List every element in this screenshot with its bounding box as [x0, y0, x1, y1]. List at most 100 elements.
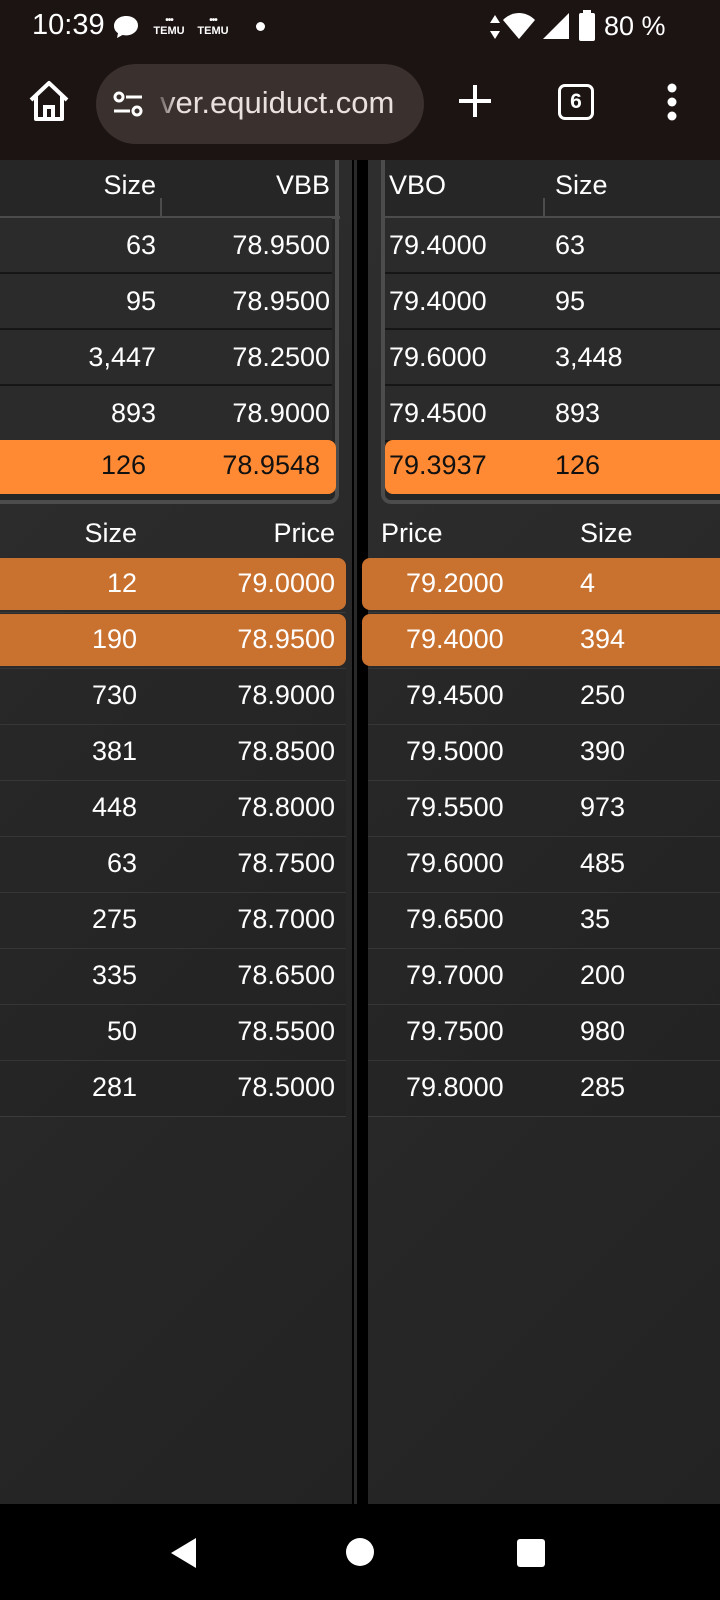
- bbo-offer-row: 79.4000 95: [385, 274, 720, 330]
- temu-notification-icon: ••• TEMU: [197, 15, 229, 37]
- book-ask-row[interactable]: 79.7000 200: [368, 948, 720, 1005]
- bbo-bid-row: 893 78.9000: [0, 386, 332, 442]
- book-ask-price: 79.7500: [406, 1016, 504, 1046]
- panel-divider: [352, 160, 368, 1504]
- book-ask-price: 79.7000: [406, 960, 504, 990]
- book-bid-row[interactable]: 63 78.7500: [0, 836, 346, 893]
- book-ask-size: 485: [580, 848, 626, 878]
- bbo-bid-header: Size VBB: [0, 160, 340, 219]
- bid-panel: Size VBB 63 78.9500 95 78.9500 3,447 78.2500 8…: [0, 160, 352, 1504]
- bbo-bid-price: 78.9500: [232, 286, 330, 316]
- bbo-offer-size: 63: [555, 230, 586, 260]
- bbo-bid-price-header: VBB: [275, 170, 330, 200]
- wifi-icon: [503, 13, 535, 39]
- book-bid-row[interactable]: 50 78.5500: [0, 1004, 346, 1061]
- bbo-bid-price: 78.2500: [232, 342, 330, 372]
- plus-icon[interactable]: [456, 82, 494, 120]
- book-bid-size: 12: [106, 568, 137, 598]
- book-ask-size: 35: [580, 904, 611, 934]
- ask-panel: VBO Size 79.4000 63 79.4000 95 79.6000 3,448 7…: [362, 160, 720, 1504]
- book-ask-price: 79.8000: [406, 1072, 504, 1102]
- book-bid-row[interactable]: 190 78.9500: [0, 612, 346, 669]
- book-bid-size: 730: [91, 680, 137, 710]
- bbo-bid-price: 78.9000: [232, 398, 330, 428]
- book-bid-row[interactable]: 275 78.7000: [0, 892, 346, 949]
- book-ask-header: Price Size: [368, 504, 720, 560]
- book-ask-price: 79.6000: [406, 848, 504, 878]
- book-bid-header: Size Price: [0, 504, 352, 560]
- bbo-offer-price: 79.4000: [389, 230, 487, 260]
- book-bid-size: 448: [91, 792, 137, 822]
- signal-icon: [543, 13, 569, 39]
- bbo-bid-size: 95: [125, 286, 156, 316]
- book-bid-price: 78.9000: [237, 680, 335, 710]
- book-bid-size: 275: [91, 904, 137, 934]
- book-bid-price-header: Price: [273, 518, 335, 548]
- home-icon[interactable]: [26, 78, 72, 124]
- bbo-offer-size-header: Size: [555, 170, 608, 200]
- book-bid-row[interactable]: 12 79.0000: [0, 556, 346, 613]
- book-bid-size: 63: [106, 848, 137, 878]
- book-ask-row[interactable]: 79.4500 250: [368, 668, 720, 725]
- book-bid-row[interactable]: 335 78.6500: [0, 948, 346, 1005]
- bbo-offer-price: 79.4000: [389, 286, 487, 316]
- book-ask-size: 390: [580, 736, 626, 766]
- bbo-offer-price: 79.4500: [389, 398, 487, 428]
- book-ask-price: 79.5000: [406, 736, 504, 766]
- bbo-offer-highlight-size: 126: [555, 450, 601, 480]
- book-bid-size: 381: [91, 736, 137, 766]
- book-bid-price: 78.7000: [237, 904, 335, 934]
- book-bid-row[interactable]: 281 78.5000: [0, 1060, 346, 1117]
- bbo-offer-highlight-price: 79.3937: [389, 450, 487, 480]
- book-bid-price: 78.5000: [237, 1072, 335, 1102]
- bbo-bid-size: 63: [125, 230, 156, 260]
- site-settings-icon[interactable]: [112, 88, 144, 120]
- chat-bubble-icon: [114, 16, 138, 38]
- book-ask-row[interactable]: 79.5000 390: [368, 724, 720, 781]
- book-bid-row[interactable]: 730 78.9000: [0, 668, 346, 725]
- book-ask-row[interactable]: 79.2000 4: [368, 556, 720, 613]
- book-ask-price: 79.6500: [406, 904, 504, 934]
- book-ask-size: 4: [580, 568, 596, 598]
- book-ask-row[interactable]: 79.4000 394: [368, 612, 720, 669]
- bbo-bid-highlight-row: 126 78.9548: [0, 440, 336, 494]
- book-bid-row[interactable]: 448 78.8000: [0, 780, 346, 837]
- book-ask-price: 79.5500: [406, 792, 504, 822]
- book-bid-price: 79.0000: [237, 568, 335, 598]
- bbo-offer-header: VBO Size: [385, 160, 720, 219]
- book-ask-row[interactable]: 79.7500 980: [368, 1004, 720, 1061]
- book-bid-price: 78.8000: [237, 792, 335, 822]
- recents-icon[interactable]: [516, 1538, 546, 1568]
- bbo-offer-row: 79.4000 63: [385, 218, 720, 274]
- bbo-offer-row: 79.6000 3,448: [385, 330, 720, 386]
- more-vert-icon[interactable]: [666, 82, 678, 122]
- book-ask-row[interactable]: 79.6500 35: [368, 892, 720, 949]
- book-bid-price: 78.7500: [237, 848, 335, 878]
- bbo-bid-row: 63 78.9500: [0, 218, 332, 274]
- back-icon[interactable]: [168, 1536, 200, 1570]
- book-bid-price: 78.5500: [237, 1016, 335, 1046]
- temu-notification-icon: ••• TEMU: [153, 15, 185, 37]
- tab-switcher-button[interactable]: 6: [558, 84, 594, 120]
- bbo-bid-price: 78.9500: [232, 230, 330, 260]
- bbo-bid-row: 95 78.9500: [0, 274, 332, 330]
- book-ask-price: 79.4000: [406, 624, 504, 654]
- book-ask-price-header: Price: [381, 518, 443, 548]
- book-bid-row[interactable]: 381 78.8500: [0, 724, 346, 781]
- bbo-offer-price-header: VBO: [389, 170, 447, 200]
- url-text[interactable]: ver.equiduct.com: [160, 85, 394, 121]
- book-ask-row[interactable]: 79.8000 285: [368, 1060, 720, 1117]
- url-bar[interactable]: ver.equiduct.com: [96, 64, 424, 144]
- book-bid-size: 281: [91, 1072, 137, 1102]
- book-bid-price: 78.6500: [237, 960, 335, 990]
- book-bid-price: 78.9500: [237, 624, 335, 654]
- book-ask-size: 973: [580, 792, 626, 822]
- bbo-offer-row: 79.4500 893: [385, 386, 720, 442]
- home-circle-icon[interactable]: [345, 1537, 375, 1567]
- bbo-offer-size: 95: [555, 286, 586, 316]
- book-ask-row[interactable]: 79.5500 973: [368, 780, 720, 837]
- book-ask-row[interactable]: 79.6000 485: [368, 836, 720, 893]
- book-bid-price: 78.8500: [237, 736, 335, 766]
- book-bid-size-header: Size: [84, 518, 137, 548]
- data-arrows-icon: [490, 15, 500, 39]
